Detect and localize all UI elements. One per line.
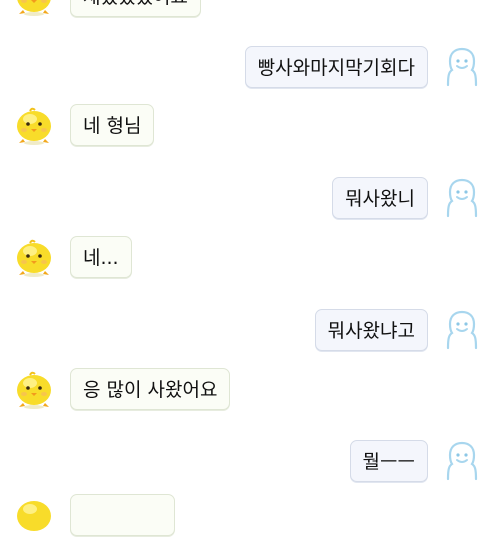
ghost-outline-icon	[440, 439, 484, 483]
chat-conversation: 재밌었었어요 빵사와마지막기회다	[0, 0, 500, 536]
message-bubble[interactable]: 네 형님	[70, 104, 155, 146]
message-bubble[interactable]: 뭐사왔니	[332, 177, 428, 219]
message-bubble[interactable]: 뭐사왔냐고	[314, 309, 428, 351]
message-bubble[interactable]	[70, 494, 175, 536]
simsimi-chick-icon	[12, 235, 56, 279]
simsimi-chick-icon	[12, 367, 56, 411]
ghost-outline-icon	[440, 45, 484, 89]
message-bubble[interactable]: 빵사와마지막기회다	[244, 46, 428, 88]
message-bubble[interactable]: 재밌었었어요	[70, 0, 201, 17]
message-bubble[interactable]: 응 많이 사왔어요	[70, 368, 231, 410]
message-bubble[interactable]: 네...	[70, 236, 132, 278]
message-bubble[interactable]: 뭘ㅡㅡ	[349, 440, 428, 482]
ghost-outline-icon	[440, 308, 484, 352]
simsimi-chick-icon	[12, 0, 56, 18]
ghost-outline-icon	[440, 176, 484, 220]
simsimi-chick-icon	[12, 103, 56, 147]
